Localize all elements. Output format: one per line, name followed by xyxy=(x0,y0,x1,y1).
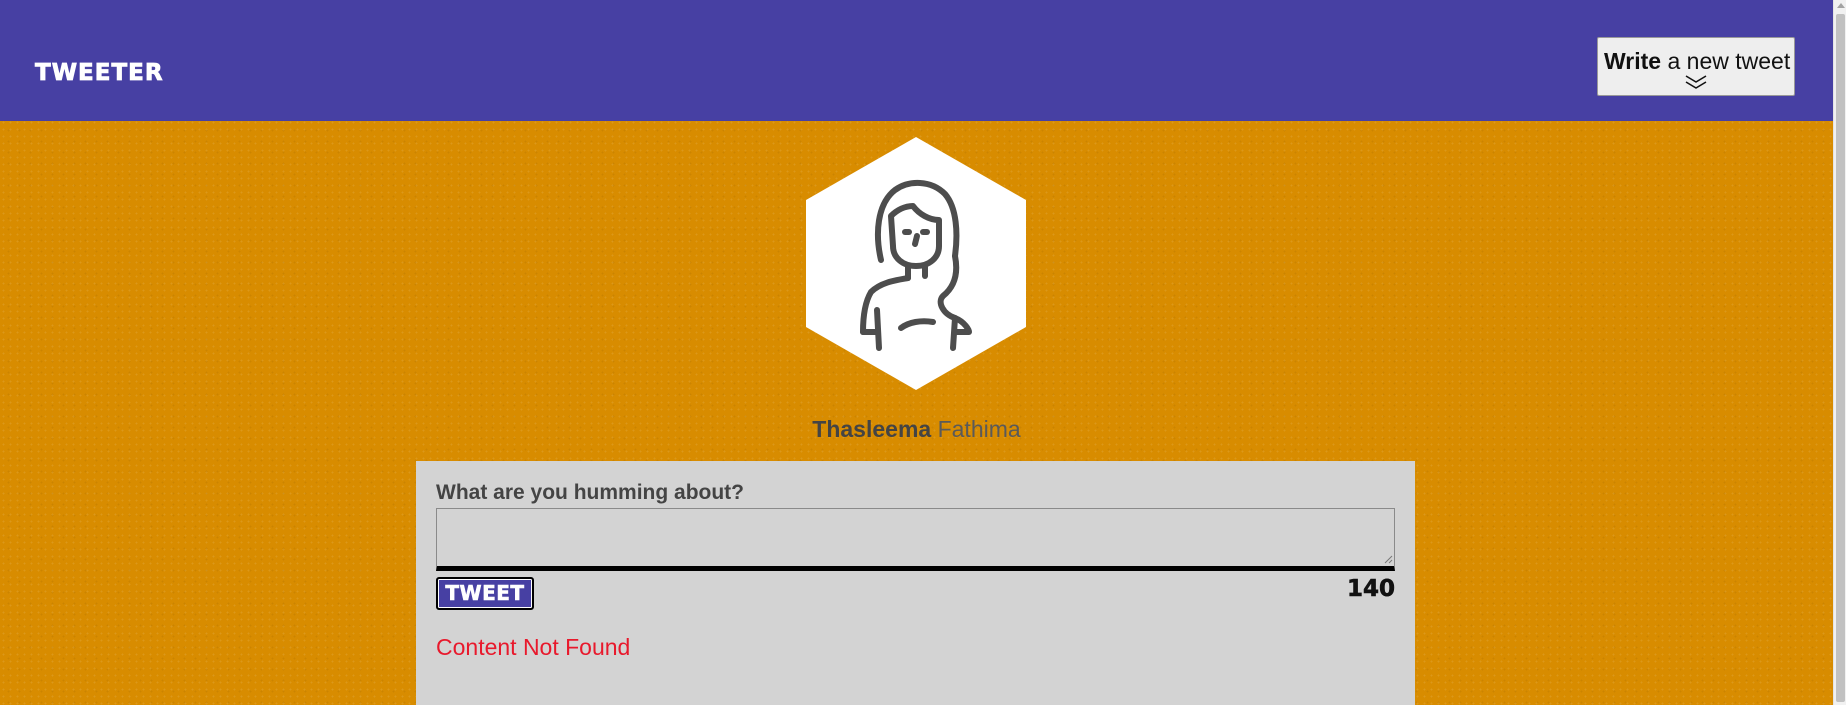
write-bold-text: Write xyxy=(1604,48,1662,74)
error-message: Content Not Found xyxy=(436,634,631,660)
write-new-tweet-button[interactable]: Write a new tweet xyxy=(1597,37,1795,96)
scroll-up-arrow-icon[interactable] xyxy=(1837,3,1845,8)
character-counter: 140 xyxy=(1346,576,1396,603)
scrollbar-thumb[interactable] xyxy=(1836,14,1845,702)
resize-grip-icon[interactable] xyxy=(1384,555,1393,564)
vertical-scrollbar[interactable] xyxy=(1833,0,1846,705)
tweet-text-input[interactable] xyxy=(436,508,1395,571)
user-first-name: Thasleema xyxy=(812,416,932,442)
compose-prompt-label: What are you humming about? xyxy=(436,481,744,504)
navbar: TWEETER Write a new tweet xyxy=(0,0,1833,121)
tweet-submit-button[interactable]: TWEET xyxy=(436,577,534,610)
write-new-tweet-label: Write a new tweet xyxy=(1604,48,1791,75)
double-chevron-down-icon xyxy=(1685,75,1707,89)
write-rest-text: a new tweet xyxy=(1667,48,1791,74)
brand-logo[interactable]: TWEETER xyxy=(35,60,164,87)
user-last-name: Fathima xyxy=(937,416,1021,442)
compose-tweet-card: What are you humming about? TWEET 140 Co… xyxy=(416,461,1415,705)
user-full-name: Thasleema Fathima xyxy=(0,416,1833,443)
user-avatar xyxy=(806,137,1026,390)
